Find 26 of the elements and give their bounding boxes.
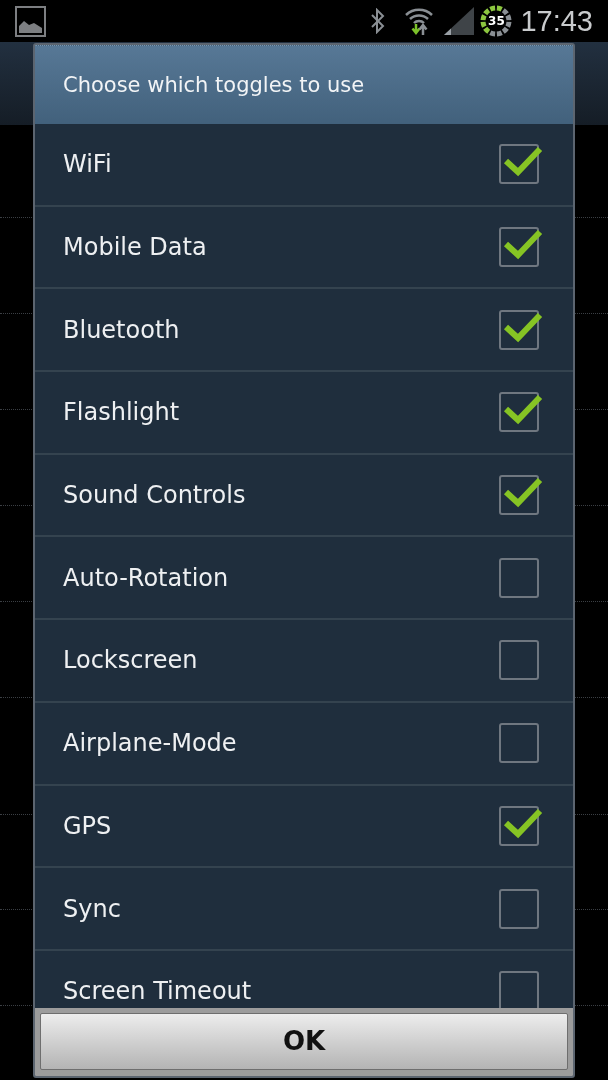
toggle-label[interactable]: Airplane-Mode [63,731,237,756]
toggle-label[interactable]: Auto-Rotation [63,565,229,590]
ok-button[interactable]: OK [40,1013,568,1070]
toggle-label[interactable]: Sync [63,896,121,921]
signal-icon [444,7,475,35]
battery-level-text: 35 [488,15,505,27]
battery-ring-icon [480,5,513,37]
clock-time: 17:43 [520,6,593,36]
checkbox[interactable] [499,309,543,350]
toggle-label[interactable]: Bluetooth [63,317,180,342]
image-icon [15,5,46,37]
checkbox[interactable] [499,392,543,433]
toggle-label[interactable]: Sound Controls [63,483,246,508]
toggle-label[interactable]: WiFi [63,152,112,177]
toggle-label[interactable]: Flashlight [63,400,180,425]
toggle-label[interactable]: GPS [63,813,112,838]
bluetooth-icon [370,8,387,34]
checkbox[interactable] [499,144,543,185]
checkbox[interactable] [499,475,543,516]
checkbox[interactable] [499,227,543,268]
wifi-icon [404,6,435,36]
checkbox[interactable] [499,805,543,846]
toggle-label[interactable]: Mobile Data [63,235,207,260]
dialog-title: Choose which toggles to use [63,74,365,96]
toggle-label[interactable]: Lockscreen [63,648,198,673]
toggle-label[interactable]: Screen Timeout [63,979,252,1004]
